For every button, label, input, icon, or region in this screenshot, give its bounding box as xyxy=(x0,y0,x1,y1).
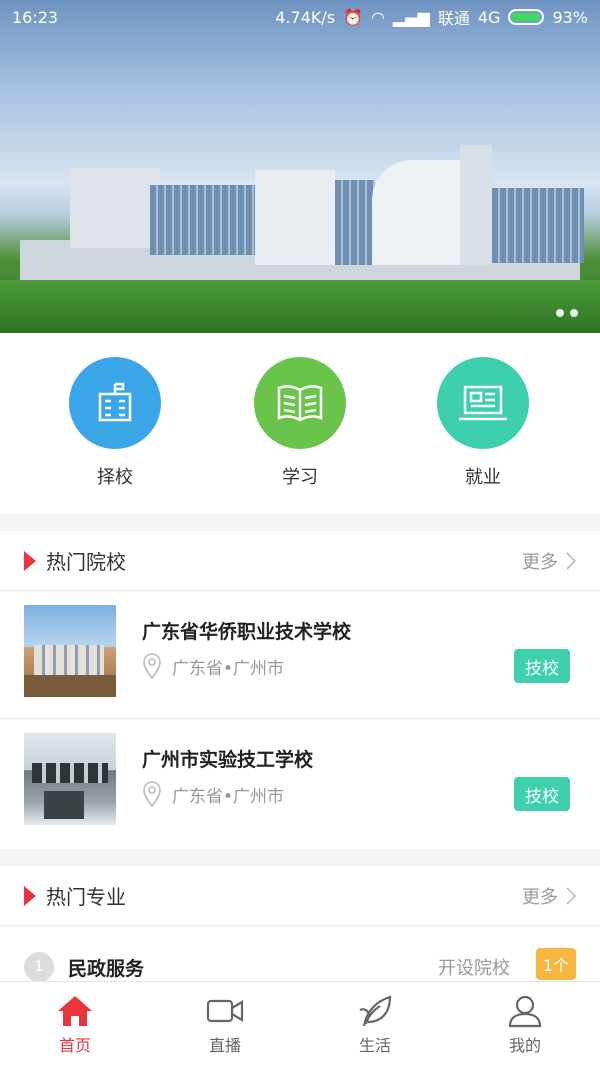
quick-action-label: 择校 xyxy=(97,467,133,488)
carrier-name: 联通 xyxy=(437,9,470,28)
quick-action-choose-school[interactable]: 择校 xyxy=(55,357,175,489)
banner-dot[interactable] xyxy=(556,309,564,317)
leaf-icon xyxy=(359,995,392,1027)
school-thumbnail xyxy=(24,733,116,825)
school-type-badge: 技校 xyxy=(514,777,570,811)
home-icon xyxy=(58,996,92,1026)
tab-label: 生活 xyxy=(358,1036,391,1055)
major-list-item[interactable]: 1 民政服务 开设院校 1个 xyxy=(0,926,600,981)
wifi-icon: ◠ xyxy=(370,7,385,27)
school-name: 广东省华侨职业技术学校 xyxy=(142,621,352,643)
tab-home[interactable]: 首页 xyxy=(0,982,150,1067)
section-title: 热门院校 xyxy=(46,550,126,574)
school-type-badge: 技校 xyxy=(514,649,570,683)
school-thumbnail xyxy=(24,605,116,697)
tab-live[interactable]: 直播 xyxy=(150,982,300,1067)
major-name: 民政服务 xyxy=(68,958,145,980)
hot-majors-header: 热门专业 更多 xyxy=(0,866,600,926)
hot-majors-section: 热门专业 更多 1 民政服务 开设院校 1个 xyxy=(0,866,600,981)
quick-action-employment[interactable]: 就业 xyxy=(423,357,543,489)
quick-action-study[interactable]: 学习 xyxy=(240,357,360,489)
user-icon xyxy=(508,995,542,1028)
battery-icon xyxy=(508,9,545,25)
section-title: 热门专业 xyxy=(46,885,126,909)
banner-dot[interactable] xyxy=(570,309,578,317)
open-book-icon xyxy=(254,357,346,449)
tab-label: 直播 xyxy=(208,1036,241,1055)
hot-schools-header: 热门院校 更多 xyxy=(0,531,600,591)
section-marker-icon xyxy=(24,885,36,906)
section-marker-icon xyxy=(24,550,36,571)
more-majors-link[interactable]: 更多 xyxy=(522,883,576,909)
signal-icon: ▂▄▆ xyxy=(392,7,430,27)
more-label: 更多 xyxy=(522,551,558,573)
bottom-tab-bar: 首页 直播 生活 我的 xyxy=(0,981,600,1067)
quick-actions: 择校 学习 就业 xyxy=(0,333,600,514)
battery-level: 93% xyxy=(552,7,588,27)
more-label: 更多 xyxy=(522,886,558,908)
tab-label: 首页 xyxy=(58,1036,91,1055)
major-rank: 1 xyxy=(24,952,54,981)
school-location: 广东省•广州市 xyxy=(172,658,285,679)
school-location: 广东省•广州市 xyxy=(172,786,285,807)
school-list-item[interactable]: 广东省华侨职业技术学校 广东省•广州市 技校 xyxy=(0,591,600,719)
network-type: 4G xyxy=(477,7,501,27)
location-pin-icon xyxy=(143,653,161,679)
tab-label: 我的 xyxy=(508,1036,541,1055)
status-bar: 16:23 4.74K/s ⏰ ◠ ▂▄▆ 联通 4G 93% xyxy=(0,0,600,34)
chevron-right-icon xyxy=(566,886,576,905)
open-schools-label: 开设院校 xyxy=(438,958,510,979)
school-count-badge: 1个 xyxy=(536,948,576,980)
network-speed: 4.74K/s xyxy=(275,7,336,27)
quick-action-label: 学习 xyxy=(282,467,318,488)
banner-pagination xyxy=(556,309,578,317)
chevron-right-icon xyxy=(566,551,576,570)
tab-life[interactable]: 生活 xyxy=(300,982,450,1067)
alarm-icon: ⏰ xyxy=(343,7,363,27)
laptop-icon xyxy=(437,357,529,449)
video-camera-icon xyxy=(206,999,244,1023)
hot-schools-section: 热门院校 更多 广东省华侨职业技术学校 广东省•广州市 技校 广州市实验技工学校… xyxy=(0,531,600,849)
hero-banner[interactable]: 16:23 4.74K/s ⏰ ◠ ▂▄▆ 联通 4G 93% xyxy=(0,0,600,333)
school-building-icon xyxy=(69,357,161,449)
school-name: 广州市实验技工学校 xyxy=(142,749,314,771)
more-schools-link[interactable]: 更多 xyxy=(522,548,576,574)
quick-action-label: 就业 xyxy=(465,467,501,488)
school-list-item[interactable]: 广州市实验技工学校 广东省•广州市 技校 xyxy=(0,719,600,847)
tab-mine[interactable]: 我的 xyxy=(450,982,600,1067)
location-pin-icon xyxy=(143,781,161,807)
status-time: 16:23 xyxy=(12,7,59,27)
